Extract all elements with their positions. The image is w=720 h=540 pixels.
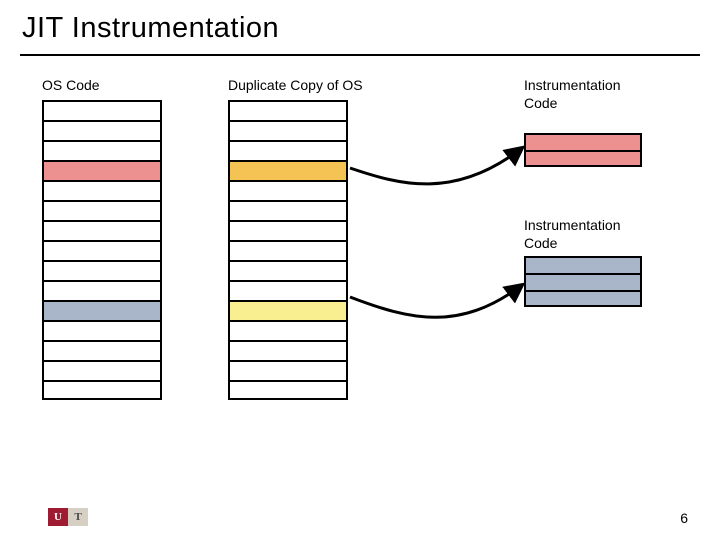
stack-row [42, 360, 162, 380]
label-instr-1: Instrumentation Code [524, 76, 621, 112]
logo-left: U [48, 508, 68, 526]
stack-row [524, 150, 642, 167]
stack-instr-2 [524, 256, 642, 307]
stack-row [228, 300, 348, 320]
stack-row [42, 300, 162, 320]
stack-row [228, 160, 348, 180]
stack-row [42, 340, 162, 360]
stack-row [228, 120, 348, 140]
arrow-dup-to-instr2 [350, 285, 522, 317]
stack-row [42, 320, 162, 340]
stack-row [524, 133, 642, 150]
label-instr-2: Instrumentation Code [524, 216, 621, 252]
stack-row [524, 290, 642, 307]
stack-row [228, 260, 348, 280]
stack-row [228, 100, 348, 120]
stack-row [42, 120, 162, 140]
stack-row [228, 220, 348, 240]
stack-row [228, 280, 348, 300]
stack-row [524, 256, 642, 273]
stack-row [228, 180, 348, 200]
stack-row [228, 340, 348, 360]
title-underline [20, 54, 700, 56]
stack-row [42, 140, 162, 160]
stack-row [228, 360, 348, 380]
stack-row [524, 273, 642, 290]
arrow-dup-to-instr1 [350, 148, 522, 184]
stack-row [42, 220, 162, 240]
stack-row [42, 380, 162, 400]
label-dup-copy: Duplicate Copy of OS [228, 76, 363, 94]
stack-row [42, 180, 162, 200]
logo-right: T [68, 508, 88, 526]
stack-row [228, 380, 348, 400]
stack-instr-1 [524, 133, 642, 167]
label-os-code: OS Code [42, 76, 100, 94]
stack-os-code [42, 100, 162, 400]
stack-row [42, 260, 162, 280]
stack-row [228, 320, 348, 340]
stack-row [42, 240, 162, 260]
stack-row [228, 140, 348, 160]
stack-row [228, 240, 348, 260]
slide-title: JIT Instrumentation [22, 12, 279, 45]
stack-row [228, 200, 348, 220]
logo-uoft: U T [48, 508, 88, 526]
slide-number: 6 [680, 510, 688, 526]
stack-row [42, 200, 162, 220]
stack-dup-copy [228, 100, 348, 400]
stack-row [42, 160, 162, 180]
stack-row [42, 100, 162, 120]
stack-row [42, 280, 162, 300]
